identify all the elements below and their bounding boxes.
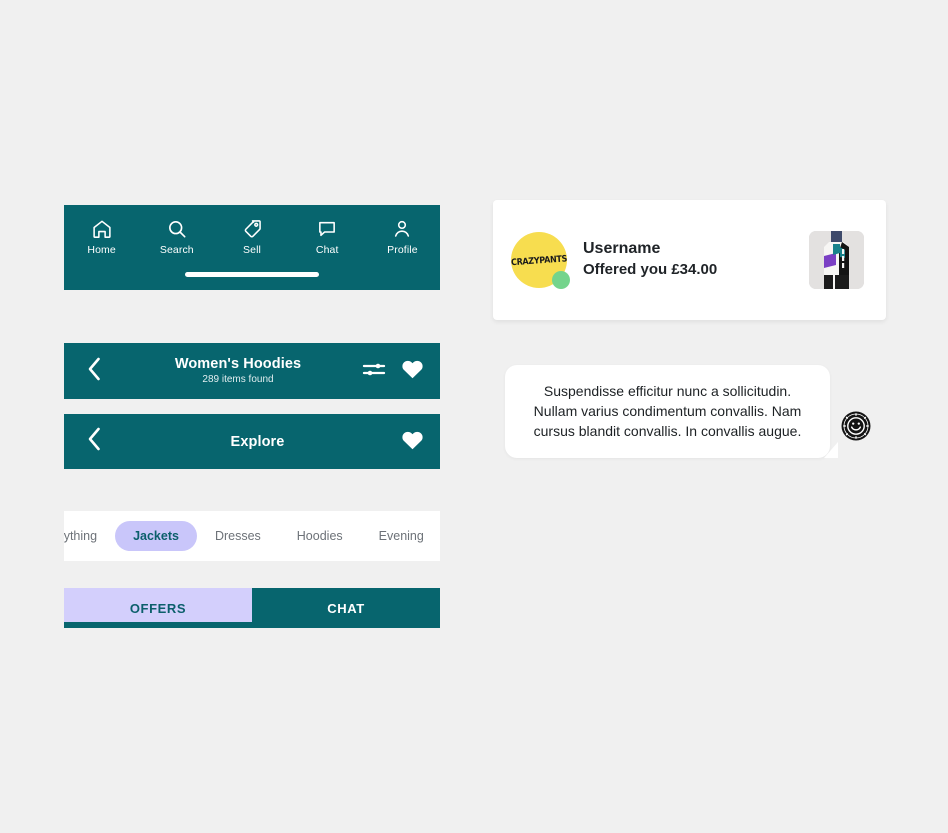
person-icon	[391, 218, 413, 240]
message-row-incoming: Suspendisse efficitur nunc a sollicitudi…	[505, 365, 886, 458]
nav-label-home: Home	[87, 243, 116, 256]
filter-chip-everything[interactable]: Everything	[64, 521, 115, 552]
home-indicator-bar	[185, 272, 319, 277]
nav-item-search[interactable]: Search	[139, 218, 214, 256]
category-title-bar: Women's Hoodies 289 items found	[64, 343, 440, 399]
nav-label-sell: Sell	[243, 243, 261, 256]
heart-filled-icon[interactable]	[401, 358, 424, 384]
tab-chat[interactable]: CHAT	[252, 588, 440, 628]
title-bar-center: Women's Hoodies 289 items found	[114, 356, 362, 385]
nav-item-sell[interactable]: Sell	[214, 218, 289, 256]
home-icon	[91, 218, 113, 240]
smiley-badge-avatar	[841, 411, 871, 441]
nav-label-search: Search	[159, 243, 194, 256]
explore-title-bar: Explore	[64, 414, 440, 469]
nav-item-chat[interactable]: Chat	[290, 218, 365, 256]
product-thumbnail[interactable]	[809, 231, 864, 289]
filter-sliders-icon[interactable]	[362, 360, 387, 383]
item-count-label: 289 items found	[202, 374, 274, 386]
offer-amount-label: Offered you £34.00	[583, 261, 718, 279]
page-title: Women's Hoodies	[174, 356, 302, 373]
bottom-navigation-bar: Home Search Sell Chat Profile	[64, 205, 440, 290]
search-icon	[166, 218, 188, 240]
nav-item-profile[interactable]: Profile	[365, 218, 440, 256]
filter-chip-hoodies[interactable]: Hoodies	[279, 521, 361, 552]
screen-canvas: Home Search Sell Chat Profile Women's Ho…	[0, 0, 948, 833]
chevron-left-icon	[86, 425, 103, 458]
avatar-brand-text: CRAZYPANTS	[511, 253, 567, 267]
explore-back-button[interactable]	[74, 422, 114, 462]
tag-icon	[241, 218, 263, 240]
nav-label-chat: Chat	[315, 243, 339, 256]
filter-chip-jackets[interactable]: Jackets	[115, 520, 197, 552]
offer-username: Username	[583, 240, 661, 258]
message-bubble-incoming[interactable]: Suspendisse efficitur nunc a sollicitudi…	[505, 365, 838, 458]
title-bar-actions	[362, 358, 426, 384]
heart-filled-icon[interactable]	[401, 429, 424, 455]
offer-card[interactable]: CRAZYPANTS Username Offered you £34.00	[493, 200, 886, 320]
bottom-nav-items: Home Search Sell Chat Profile	[64, 205, 440, 268]
filter-chip-evening[interactable]: Evening	[361, 521, 440, 552]
tab-active-underline	[64, 622, 252, 628]
filter-chip-strip[interactable]: Everything Jackets Dresses Hoodies Eveni…	[64, 511, 440, 561]
chat-bubble-icon	[316, 218, 338, 240]
back-button[interactable]	[74, 351, 114, 391]
avatar: CRAZYPANTS	[511, 232, 570, 289]
nav-label-profile: Profile	[387, 243, 418, 256]
filter-chip-dresses[interactable]: Dresses	[197, 521, 279, 552]
nav-item-home[interactable]: Home	[64, 218, 139, 256]
chevron-left-icon	[86, 355, 103, 388]
offer-card-text: Username Offered you £34.00	[583, 239, 809, 280]
online-status-dot	[552, 271, 570, 289]
explore-title: Explore	[230, 433, 285, 450]
